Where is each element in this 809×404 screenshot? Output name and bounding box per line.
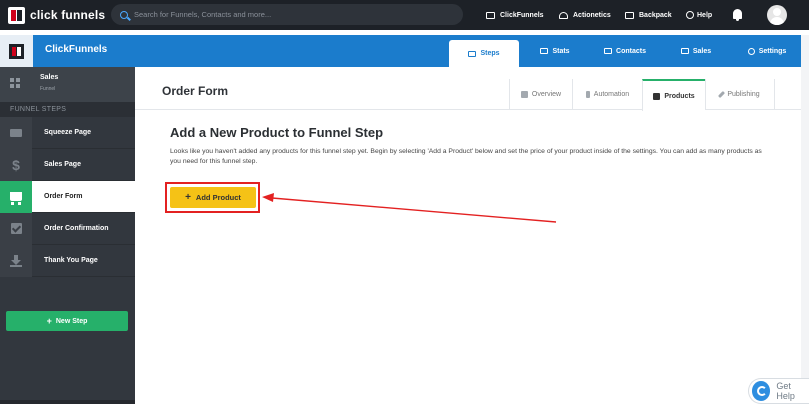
help-lifebuoy-icon: [752, 381, 771, 401]
new-step-label: New Step: [55, 317, 88, 325]
topnav-backpack[interactable]: Backpack: [625, 0, 672, 30]
add-product-button[interactable]: + Add Product: [170, 187, 256, 208]
topnav-label: Help: [697, 11, 713, 19]
tab-stats[interactable]: Stats: [524, 35, 586, 67]
money-icon: [680, 48, 689, 54]
bell-icon[interactable]: [733, 9, 742, 21]
page-title: Order Form: [162, 84, 229, 98]
global-search[interactable]: [111, 4, 463, 25]
annotation-arrow: [262, 193, 557, 223]
topnav-actionetics[interactable]: Actionetics: [559, 0, 611, 30]
topnav-label: Backpack: [639, 11, 672, 19]
backpack-icon: [625, 11, 634, 19]
grid-icon: [520, 91, 528, 98]
search-input[interactable]: [134, 10, 434, 19]
tab-label: Steps: [480, 50, 500, 57]
tab-label: Settings: [758, 47, 787, 55]
dollar-icon: $: [12, 156, 20, 173]
dashboard-grid-icon: [10, 78, 21, 89]
annotation-arrow-line: [271, 197, 557, 223]
topnav-label: ClickFunnels: [500, 11, 544, 19]
section-heading: Add a New Product to Funnel Step: [170, 125, 384, 140]
gear-icon: [747, 47, 755, 55]
search-icon: [120, 10, 128, 19]
step-icon-box: [0, 244, 32, 277]
step-label: Squeeze Page: [44, 129, 92, 136]
subtab-publishing[interactable]: Publishing: [705, 79, 775, 110]
subtab-label: Products: [664, 92, 695, 100]
subtab-label: Publishing: [727, 91, 760, 98]
tab-settings[interactable]: Settings: [735, 35, 799, 67]
sidebar-step-squeeze-page[interactable]: Squeeze Page: [0, 116, 135, 149]
sidebar-step-order-confirmation[interactable]: Order Confirmation: [0, 212, 135, 245]
bar-chart-icon: [540, 48, 549, 54]
page-scrollbar[interactable]: [801, 35, 809, 404]
step-icon-box: [0, 116, 32, 149]
step-label: Sales Page: [44, 161, 81, 168]
get-help-widget[interactable]: Get Help: [748, 378, 809, 404]
logo-text: click funnels: [30, 8, 106, 22]
headset-icon: [559, 11, 568, 19]
sidebar-step-thank-you-page[interactable]: Thank You Page: [0, 244, 135, 277]
step-label: Order Form: [44, 193, 83, 200]
cart-icon: [653, 92, 661, 100]
funnel-info[interactable]: Sales Funnel: [0, 67, 135, 102]
section-description: Looks like you haven't added any product…: [170, 148, 762, 165]
step-icon-box: [0, 212, 32, 245]
step-label: Order Confirmation: [44, 225, 109, 232]
topnav-help[interactable]: Help: [686, 0, 712, 30]
checkbox-icon: [10, 223, 22, 234]
sidebar-scrollbar[interactable]: [0, 400, 135, 404]
app-logo[interactable]: [0, 35, 33, 67]
top-bar: click funnels ClickFunnels Actionetics B…: [0, 0, 809, 30]
list-icon: [468, 50, 477, 57]
subtab-products[interactable]: Products: [642, 79, 705, 111]
cart-icon: [10, 192, 22, 205]
topnav-clickfunnels[interactable]: ClickFunnels: [486, 0, 544, 30]
topnav-label: Actionetics: [573, 11, 611, 19]
funnel-header: ClickFunnels Steps Stats Contacts Sales …: [0, 35, 801, 67]
app-title: ClickFunnels: [45, 44, 108, 55]
help-circle-icon: [686, 11, 694, 19]
user-avatar-icon[interactable]: [767, 5, 787, 25]
add-product-label: Add Product: [195, 193, 241, 202]
subtab-automation[interactable]: Automation: [572, 79, 642, 110]
step-icon-box: $: [0, 148, 32, 181]
subtab-overview[interactable]: Overview: [509, 79, 572, 110]
get-help-label: Get Help: [776, 381, 795, 401]
tab-contacts[interactable]: Contacts: [594, 35, 656, 67]
sidebar-step-order-form[interactable]: Order Form: [0, 180, 135, 213]
logo-mark-icon: [8, 6, 25, 24]
sidebar-step-sales-page[interactable]: $ Sales Page: [0, 148, 135, 181]
tab-label: Stats: [552, 47, 570, 55]
subtab-label: Automation: [593, 91, 630, 98]
tab-sales[interactable]: Sales: [666, 35, 726, 67]
clickfunnels-logo[interactable]: click funnels: [8, 6, 106, 24]
tab-label: Contacts: [616, 47, 646, 55]
tab-steps[interactable]: Steps: [449, 40, 519, 67]
new-step-button[interactable]: + New Step: [6, 311, 128, 331]
step-label: Thank You Page: [44, 257, 98, 264]
annotation-arrow-head: [262, 193, 274, 202]
tab-label: Sales: [692, 47, 712, 55]
download-icon: [10, 254, 22, 267]
funnel-sidebar: Sales Funnel FUNNEL STEPS Squeeze Page $…: [0, 67, 135, 404]
envelope-icon: [10, 128, 22, 137]
clickfunnels-logo-icon: [9, 43, 24, 59]
funnel-type: Funnel: [40, 86, 56, 92]
bolt-icon: [585, 91, 590, 98]
funnel-icon: [486, 11, 495, 19]
step-header: Order Form Overview Automation Products …: [135, 67, 801, 111]
plus-icon: +: [46, 316, 52, 326]
subtab-label: Overview: [531, 91, 562, 98]
plus-icon: +: [185, 192, 191, 203]
users-icon: [604, 48, 613, 54]
wrench-icon: [718, 90, 726, 99]
step-icon-box: [0, 180, 32, 213]
funnel-steps-heading: FUNNEL STEPS: [0, 102, 135, 117]
funnel-name: Sales: [40, 74, 59, 81]
main-content: Order Form Overview Automation Products …: [135, 67, 801, 404]
